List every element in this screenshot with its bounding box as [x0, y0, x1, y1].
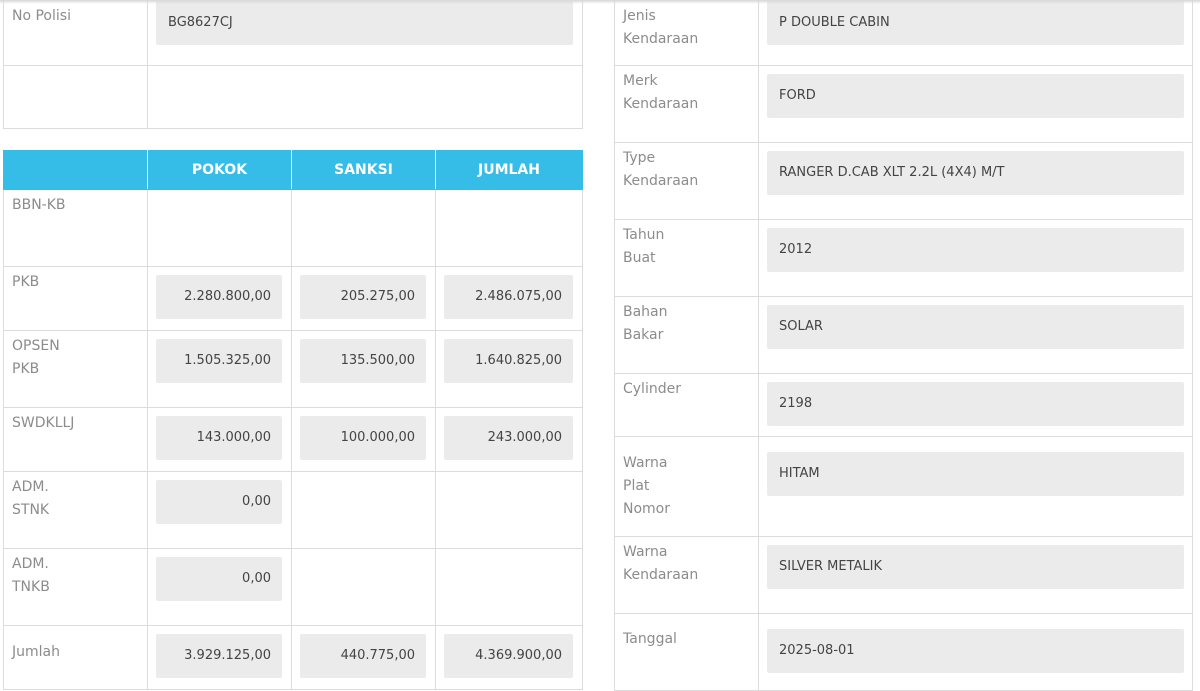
vehicle-row-type: Type Kendaraan RANGER D.CAB XLT 2.2L (4X…: [614, 142, 1193, 220]
vehicle-label: Warna Plat Nomor: [623, 455, 670, 517]
total-pokok[interactable]: 3.929.125,00: [156, 634, 282, 678]
table-row: BBN-KB: [3, 189, 583, 267]
opsen-pkb-pokok[interactable]: 1.505.325,00: [156, 339, 282, 383]
vehicle-row-tanggal: Tanggal 2025-08-01: [614, 613, 1193, 691]
vehicle-label: Jenis Kendaraan: [623, 8, 699, 47]
table-row: SWDKLLJ 143.000,00 100.000,00 243.000,00: [3, 407, 583, 472]
jenis-kendaraan-field[interactable]: P DOUBLE CABIN: [767, 1, 1184, 45]
table-row: ADM. TNKB 0,00: [3, 548, 583, 626]
plate-form: No Polisi BG8627CJ: [3, 0, 583, 129]
row-label-swdkllj: SWDKLLJ: [12, 415, 75, 431]
table-row: ADM. STNK 0,00: [3, 471, 583, 549]
form-row-empty: [3, 65, 583, 129]
cylinder-field[interactable]: 2198: [767, 382, 1184, 426]
bahan-bakar-field[interactable]: SOLAR: [767, 305, 1184, 349]
swdkllj-sanksi[interactable]: 100.000,00: [300, 416, 426, 460]
form-label: [4, 66, 147, 70]
tahun-buat-field[interactable]: 2012: [767, 228, 1184, 272]
row-label-adm-stnk: ADM. STNK: [12, 479, 50, 518]
header-pokok: POKOK: [147, 150, 292, 190]
vehicle-row-merk: Merk Kendaraan FORD: [614, 65, 1193, 143]
type-kendaraan-field[interactable]: RANGER D.CAB XLT 2.2L (4X4) M/T: [767, 151, 1184, 195]
opsen-pkb-jumlah[interactable]: 1.640.825,00: [444, 339, 573, 383]
header-jumlah: JUMLAH: [435, 150, 583, 190]
adm-stnk-pokok[interactable]: 0,00: [156, 480, 282, 524]
opsen-pkb-sanksi[interactable]: 135.500,00: [300, 339, 426, 383]
vehicle-row-tahun: Tahun Buat 2012: [614, 219, 1193, 297]
swdkllj-pokok[interactable]: 143.000,00: [156, 416, 282, 460]
vehicle-label: Cylinder: [623, 381, 681, 397]
vehicle-row-jenis: Jenis Kendaraan P DOUBLE CABIN: [614, 0, 1193, 66]
header-sanksi: SANKSI: [291, 150, 436, 190]
vehicle-form: Jenis Kendaraan P DOUBLE CABIN Merk Kend…: [614, 0, 1193, 691]
vehicle-label: Type Kendaraan: [623, 150, 699, 189]
pkb-sanksi[interactable]: 205.275,00: [300, 275, 426, 319]
swdkllj-jumlah[interactable]: 243.000,00: [444, 416, 573, 460]
form-row-no-polisi: No Polisi BG8627CJ: [3, 0, 583, 66]
vehicle-label: Tahun Buat: [623, 227, 665, 266]
warna-plat-field[interactable]: HITAM: [767, 452, 1184, 496]
row-label-bbn-kb: BBN-KB: [12, 197, 66, 213]
pkb-pokok[interactable]: 2.280.800,00: [156, 275, 282, 319]
header-blank: [3, 150, 148, 190]
vehicle-row-bahan-bakar: Bahan Bakar SOLAR: [614, 296, 1193, 374]
vehicle-label: Merk Kendaraan: [623, 73, 699, 112]
row-label-pkb: PKB: [12, 274, 40, 290]
vehicle-label: Bahan Bakar: [623, 304, 668, 343]
tax-table-header: POKOK SANKSI JUMLAH: [3, 150, 583, 190]
row-label-jumlah: Jumlah: [12, 644, 60, 660]
tax-table: POKOK SANKSI JUMLAH BBN-KB PKB 2.280.800…: [3, 150, 583, 690]
row-label-opsen-pkb: OPSEN PKB: [12, 338, 60, 377]
no-polisi-field[interactable]: BG8627CJ: [156, 1, 573, 45]
table-row: Jumlah 3.929.125,00 440.775,00 4.369.900…: [3, 625, 583, 690]
vehicle-row-warna-kendaraan: Warna Kendaraan SILVER METALIK: [614, 536, 1193, 614]
vehicle-row-warna-plat: Warna Plat Nomor HITAM: [614, 436, 1193, 537]
row-label-adm-tnkb: ADM. TNKB: [12, 556, 50, 595]
table-row: PKB 2.280.800,00 205.275,00 2.486.075,00: [3, 266, 583, 331]
top-shadow: [0, 0, 1200, 4]
form-label: No Polisi: [12, 8, 71, 24]
vehicle-row-cylinder: Cylinder 2198: [614, 373, 1193, 437]
merk-kendaraan-field[interactable]: FORD: [767, 74, 1184, 118]
tanggal-field[interactable]: 2025-08-01: [767, 629, 1184, 673]
vehicle-table: Jenis Kendaraan P DOUBLE CABIN Merk Kend…: [614, 0, 1193, 691]
pkb-jumlah[interactable]: 2.486.075,00: [444, 275, 573, 319]
vehicle-label: Warna Kendaraan: [623, 544, 699, 583]
total-sanksi[interactable]: 440.775,00: [300, 634, 426, 678]
table-row: OPSEN PKB 1.505.325,00 135.500,00 1.640.…: [3, 330, 583, 408]
vehicle-label: Tanggal: [623, 631, 677, 647]
total-jumlah[interactable]: 4.369.900,00: [444, 634, 573, 678]
adm-tnkb-pokok[interactable]: 0,00: [156, 557, 282, 601]
plate-form-table: No Polisi BG8627CJ: [3, 0, 583, 129]
tax-table-panel: POKOK SANKSI JUMLAH BBN-KB PKB 2.280.800…: [3, 150, 583, 690]
warna-kendaraan-field[interactable]: SILVER METALIK: [767, 545, 1184, 589]
